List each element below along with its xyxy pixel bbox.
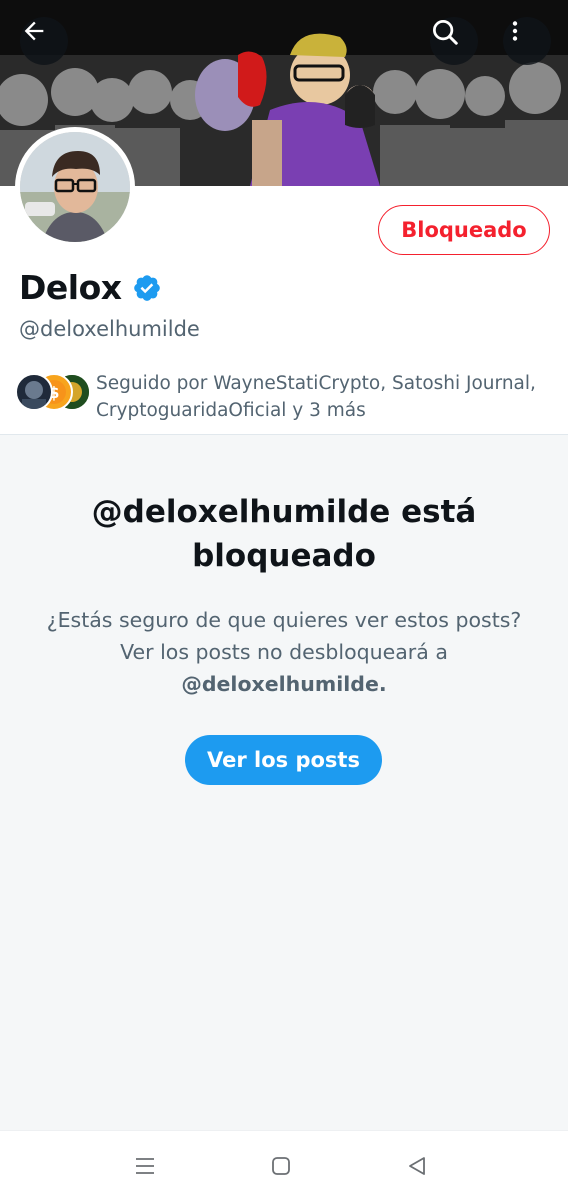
- profile-handle: @deloxelhumilde: [19, 317, 200, 341]
- blocked-notice-title: @deloxelhumilde está bloqueado: [91, 494, 477, 574]
- followed-by-text: Seguido por WayneStatiCrypto, Satoshi Jo…: [96, 373, 536, 421]
- blocked-notice-description-text: ¿Estás seguro de que quieres ver estos p…: [46, 608, 522, 664]
- more-options-button[interactable]: [503, 17, 551, 65]
- menu-icon: [136, 1158, 154, 1174]
- recent-apps-button[interactable]: [132, 1153, 158, 1179]
- system-navigation-bar: [0, 1130, 568, 1200]
- follower-avatar: [15, 373, 53, 411]
- arrow-left-icon: [24, 21, 44, 41]
- profile-avatar[interactable]: [15, 127, 135, 247]
- home-square-icon: [272, 1157, 290, 1175]
- followed-by-row[interactable]: $ Seguido por WayneStatiCrypto, Satoshi …: [15, 370, 555, 424]
- view-posts-button[interactable]: Ver los posts: [185, 735, 382, 785]
- search-button[interactable]: [430, 17, 478, 65]
- system-back-button[interactable]: [404, 1153, 430, 1179]
- home-button[interactable]: [268, 1153, 294, 1179]
- blocked-button[interactable]: Bloqueado: [378, 205, 550, 255]
- verified-badge-icon: [133, 274, 160, 301]
- profile-name: Delox: [19, 268, 122, 307]
- blocked-notice-handle: @deloxelhumilde.: [181, 672, 387, 696]
- avatar-photo: [20, 132, 130, 242]
- search-icon: [433, 20, 458, 45]
- avatar-image: [20, 132, 130, 242]
- more-vertical-icon: [512, 21, 518, 41]
- back-triangle-icon: [409, 1157, 425, 1175]
- profile-name-row: Delox: [19, 268, 162, 307]
- followed-by-avatars: $: [15, 373, 93, 417]
- back-button[interactable]: [20, 17, 68, 65]
- blocked-notice-description: ¿Estás seguro de que quieres ver estos p…: [40, 604, 528, 700]
